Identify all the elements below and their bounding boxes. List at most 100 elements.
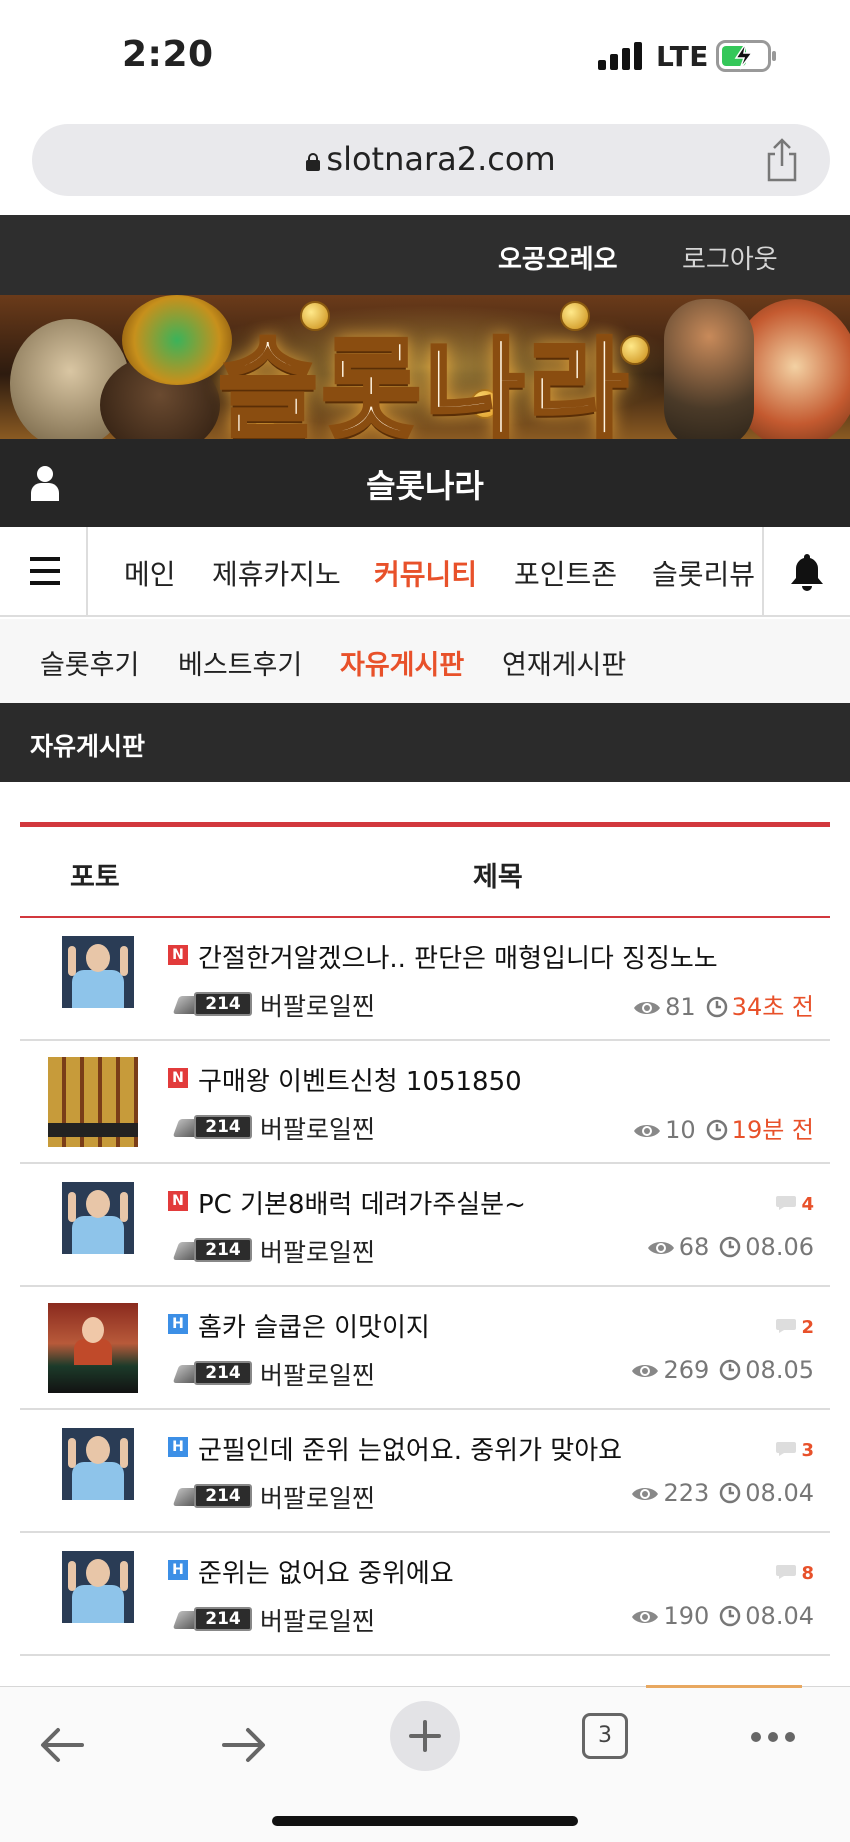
post-author[interactable]: 버팔로일찐 (260, 987, 375, 1023)
notification-button[interactable] (762, 527, 850, 615)
post-stats: 81 34초 전 (633, 987, 814, 1022)
site-title-bar: 슬롯나라 (0, 439, 850, 527)
hot-badge: H (168, 1437, 188, 1457)
view-count: 269 (663, 1356, 710, 1384)
comment-icon (776, 1319, 797, 1333)
post-author[interactable]: 버팔로일찐 (260, 1233, 375, 1269)
eye-icon (634, 1002, 661, 1014)
subnav-best-review[interactable]: 베스트후기 (178, 643, 302, 682)
comment-count: 8 (775, 1563, 814, 1584)
clock-icon (706, 1119, 727, 1141)
nav-item-slot-review[interactable]: 슬롯리뷰 (652, 553, 755, 593)
eye-icon (632, 1611, 659, 1623)
comment-icon (776, 1442, 797, 1456)
level-value: 214 (194, 1361, 252, 1385)
post-thumbnail[interactable] (48, 1057, 138, 1147)
comment-icon (776, 1565, 797, 1579)
lock-icon (306, 153, 321, 171)
post-title[interactable]: 준위는 없어요 중위에요 (198, 1553, 454, 1590)
content-edge (646, 1685, 802, 1688)
post-row[interactable]: H 준위는 없어요 중위에요 8 214 버팔로일찐 190 08.04 (20, 1533, 830, 1656)
view-count: 81 (665, 993, 696, 1021)
post-thumbnail[interactable] (62, 936, 134, 1008)
status-bar: 2:20 LTE (0, 0, 850, 110)
back-arrow-icon[interactable] (38, 1725, 86, 1765)
clock-icon (706, 996, 727, 1018)
post-title[interactable]: PC 기본8배럭 데려가주실분~ (198, 1184, 526, 1221)
board-title: 자유게시판 (30, 732, 146, 761)
nav-item-main[interactable]: 메인 (124, 553, 176, 593)
username-link[interactable]: 오공오레오 (498, 239, 618, 276)
forward-arrow-icon[interactable] (220, 1725, 268, 1765)
post-thumbnail[interactable] (62, 1428, 134, 1500)
post-author[interactable]: 버팔로일찐 (260, 1602, 375, 1638)
subnav-free-board[interactable]: 자유게시판 (340, 643, 464, 682)
more-icon[interactable] (750, 1731, 796, 1743)
post-stats: 68 08.06 (647, 1233, 814, 1261)
signal-icon (598, 42, 644, 70)
post-title[interactable]: 홈카 슬쿱은 이맛이지 (198, 1307, 430, 1344)
board-header: 자유게시판 (0, 703, 850, 782)
tabs-button[interactable]: 3 (582, 1713, 628, 1759)
comment-count: 3 (775, 1440, 814, 1461)
main-nav: 메인 제휴카지노 커뮤니티 포인트존 슬롯리뷰 (0, 527, 850, 617)
clock-icon (720, 1236, 741, 1258)
nav-item-point-zone[interactable]: 포인트존 (514, 553, 617, 593)
column-photo: 포토 (70, 862, 120, 893)
nav-item-community[interactable]: 커뮤니티 (374, 553, 477, 593)
post-author[interactable]: 버팔로일찐 (260, 1110, 375, 1146)
post-thumbnail[interactable] (62, 1551, 134, 1623)
post-row[interactable]: N 간절한거알겠으나.. 판단은 매형입니다 징징노노 214 버팔로일찐 81 34초 … (20, 918, 830, 1041)
hamburger-menu-icon[interactable] (0, 527, 88, 615)
post-thumbnail[interactable] (48, 1303, 138, 1393)
list-header: 포토 제목 (20, 822, 830, 918)
banner-logo-text: 슬롯나라 (216, 326, 632, 439)
site-title[interactable]: 슬롯나라 (0, 461, 850, 507)
view-count: 223 (663, 1479, 710, 1507)
clock-icon (720, 1482, 741, 1504)
post-row[interactable]: H 군필인데 준위 는없어요. 중위가 맞아요 3 214 버팔로일찐 223 08.04 (20, 1410, 830, 1533)
site-top-bar: 오공오레오 로그아웃 (0, 215, 850, 295)
level-value: 214 (194, 1115, 252, 1139)
post-title[interactable]: 군필인데 준위 는없어요. 중위가 맞아요 (198, 1430, 622, 1467)
post-title[interactable]: 간절한거알겠으나.. 판단은 매형입니다 징징노노 (198, 938, 718, 975)
post-row[interactable]: N 구매왕 이벤트신청 1051850 214 버팔로일찐 10 19분 전 (20, 1041, 830, 1164)
new-badge: N (168, 945, 188, 965)
bell-icon (791, 554, 823, 591)
status-time: 2:20 (122, 34, 214, 75)
post-row[interactable]: H 홈카 슬쿱은 이맛이지 2 214 버팔로일찐 269 08.05 (20, 1287, 830, 1410)
comment-icon (776, 1196, 797, 1210)
new-tab-button[interactable] (390, 1701, 460, 1771)
url-text: slotnara2.com (326, 140, 556, 178)
eye-icon (632, 1488, 659, 1500)
post-stats: 223 08.04 (631, 1479, 814, 1507)
post-author[interactable]: 버팔로일찐 (260, 1356, 375, 1392)
post-time: 34초 전 (731, 993, 814, 1021)
subnav-serial-board[interactable]: 연재게시판 (502, 643, 626, 682)
comment-count-value: 2 (801, 1317, 814, 1338)
post-title[interactable]: 구매왕 이벤트신청 1051850 (198, 1061, 522, 1098)
level-value: 214 (194, 1238, 252, 1262)
eye-icon (634, 1125, 661, 1137)
post-time: 08.04 (745, 1602, 814, 1630)
comment-count-value: 8 (801, 1563, 814, 1584)
level-badge: 214 (172, 1482, 254, 1510)
share-icon[interactable] (762, 138, 802, 182)
view-count: 10 (665, 1116, 696, 1144)
level-badge: 214 (172, 1236, 254, 1264)
level-badge: 214 (172, 1605, 254, 1633)
post-thumbnail[interactable] (62, 1182, 134, 1254)
logout-link[interactable]: 로그아웃 (682, 239, 778, 276)
post-stats: 269 08.05 (631, 1356, 814, 1384)
level-value: 214 (194, 992, 252, 1016)
nav-item-partner-casino[interactable]: 제휴카지노 (212, 553, 341, 593)
level-badge: 214 (172, 990, 254, 1018)
clock-icon (720, 1605, 741, 1627)
view-count: 68 (678, 1233, 710, 1261)
post-stats: 10 19분 전 (633, 1110, 814, 1145)
post-row[interactable]: N PC 기본8배럭 데려가주실분~ 4 214 버팔로일찐 68 08.06 (20, 1164, 830, 1287)
address-bar[interactable]: slotnara2.com (32, 124, 830, 196)
site-banner[interactable]: 슬롯나라 (0, 295, 850, 439)
post-author[interactable]: 버팔로일찐 (260, 1479, 375, 1515)
subnav-slot-review[interactable]: 슬롯후기 (40, 643, 139, 682)
